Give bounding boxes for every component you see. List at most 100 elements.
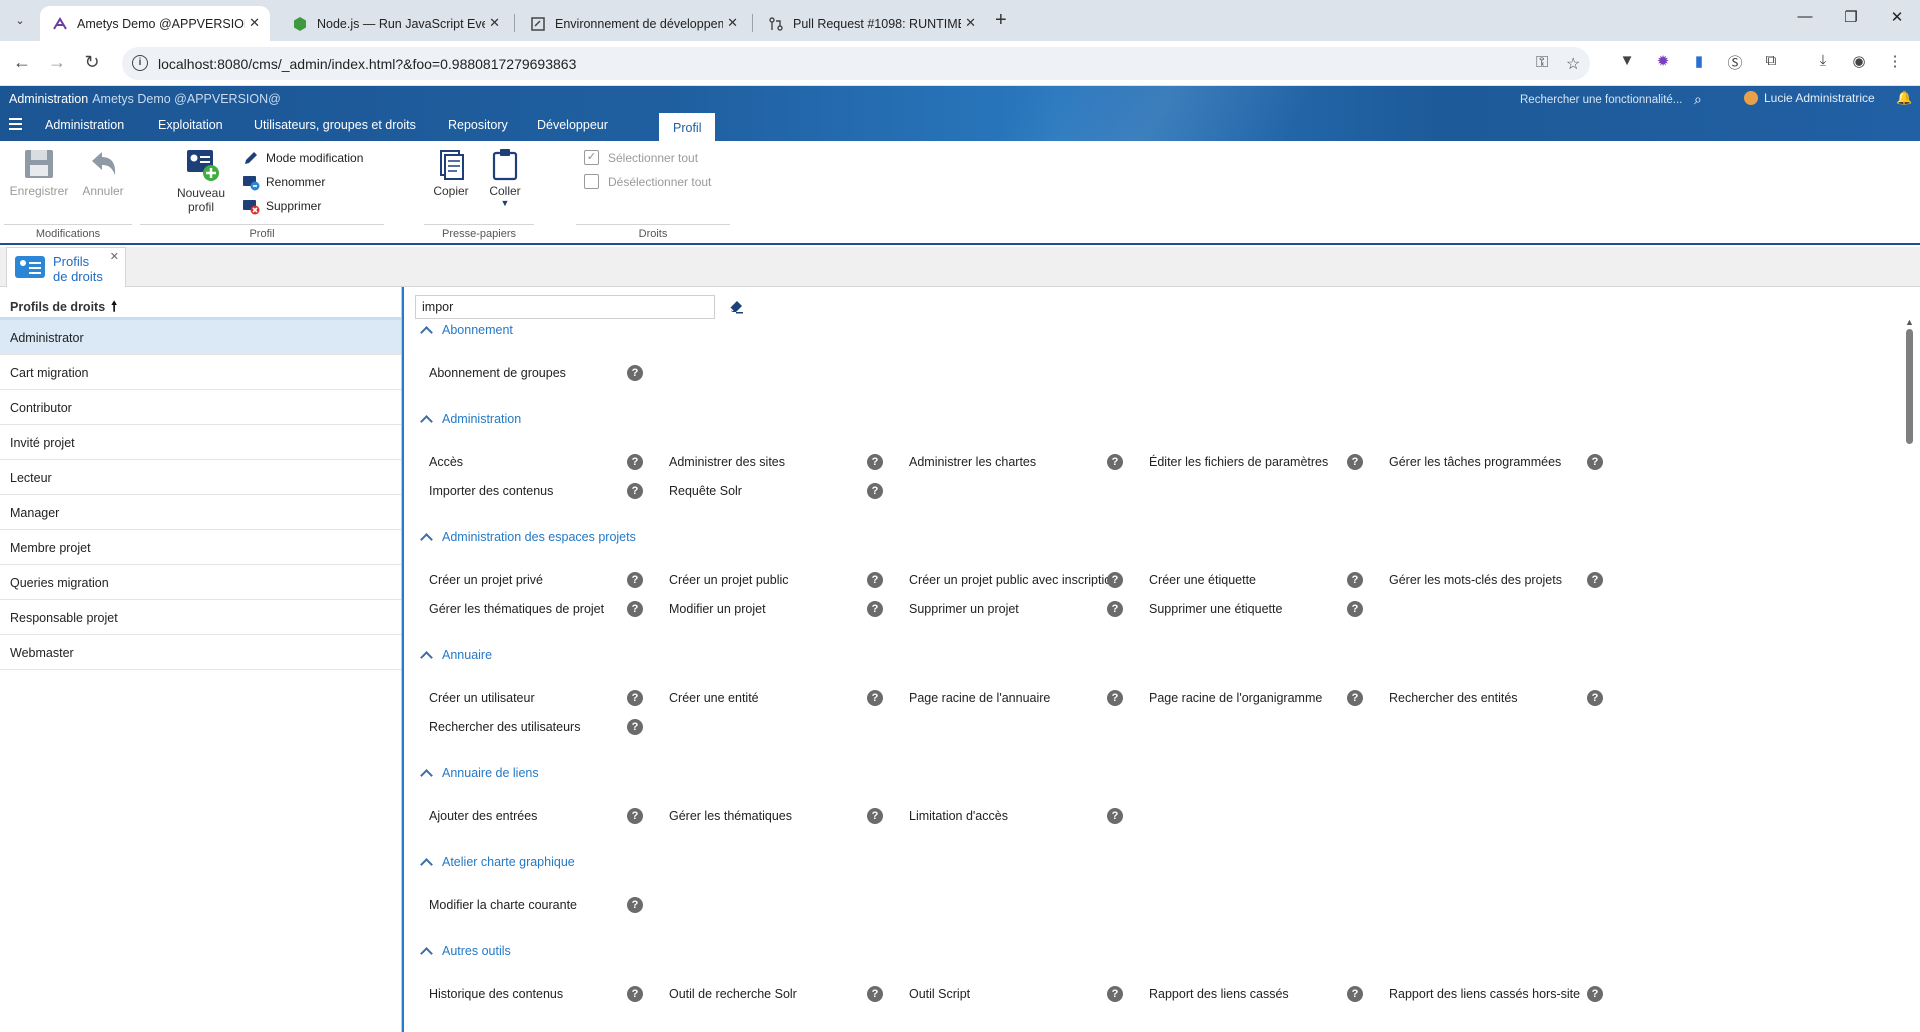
- right-item[interactable]: Requête Solr: [669, 484, 742, 498]
- vue-devtools-extension-icon[interactable]: ▼: [1617, 52, 1637, 72]
- tab-users-groups-rights[interactable]: Utilisateurs, groupes et droits: [254, 118, 416, 132]
- paste-button[interactable]: Coller ▼: [482, 147, 528, 208]
- dropdown-arrow-icon[interactable]: ▼: [482, 198, 528, 208]
- rights-filter-input[interactable]: impor: [415, 295, 715, 319]
- right-item[interactable]: Rapport des liens cassés: [1149, 987, 1289, 1001]
- new-tab-button[interactable]: +: [995, 9, 1007, 31]
- right-item[interactable]: Limitation d'accès: [909, 809, 1008, 823]
- help-icon[interactable]: ?: [1587, 690, 1603, 706]
- help-icon[interactable]: ?: [627, 719, 643, 735]
- address-bar[interactable]: i localhost:8080/cms/_admin/index.html?&…: [122, 47, 1590, 80]
- help-icon[interactable]: ?: [627, 601, 643, 617]
- right-item[interactable]: Rechercher des utilisateurs: [429, 720, 580, 734]
- right-item[interactable]: Créer une étiquette: [1149, 573, 1256, 587]
- right-item[interactable]: Historique des contenus: [429, 987, 563, 1001]
- right-item[interactable]: Créer un projet public: [669, 573, 789, 587]
- help-icon[interactable]: ?: [1587, 572, 1603, 588]
- restore-window-icon[interactable]: ❐: [1836, 8, 1866, 26]
- help-icon[interactable]: ?: [867, 454, 883, 470]
- right-item[interactable]: Supprimer une étiquette: [1149, 602, 1282, 616]
- chevron-up-icon[interactable]: [420, 768, 433, 782]
- help-icon[interactable]: ?: [627, 986, 643, 1002]
- scrollbar-thumb[interactable]: [1906, 329, 1913, 444]
- help-icon[interactable]: ?: [867, 572, 883, 588]
- help-icon[interactable]: ?: [1107, 601, 1123, 617]
- rights-category-header[interactable]: Autres outils: [419, 944, 511, 960]
- list-item[interactable]: Administrator: [0, 320, 401, 355]
- select-all-button[interactable]: ✓ Sélectionner tout: [584, 150, 698, 165]
- rename-button[interactable]: Renommer: [242, 173, 325, 191]
- help-icon[interactable]: ?: [627, 572, 643, 588]
- tab-administration[interactable]: Administration: [45, 118, 124, 132]
- right-item[interactable]: Éditer les fichiers de paramètres: [1149, 455, 1328, 469]
- right-item[interactable]: Rapport des liens cassés hors-site: [1389, 987, 1580, 1001]
- list-item[interactable]: Queries migration: [0, 565, 401, 600]
- close-tab-icon[interactable]: ✕: [965, 15, 976, 31]
- feature-search-input[interactable]: Rechercher une fonctionnalité...: [1520, 94, 1682, 106]
- close-window-icon[interactable]: ✕: [1882, 8, 1912, 26]
- right-item[interactable]: Page racine de l'organigramme: [1149, 691, 1322, 705]
- list-item[interactable]: Lecteur: [0, 460, 401, 495]
- extension-book-icon[interactable]: ▮: [1689, 52, 1709, 72]
- right-item[interactable]: Page racine de l'annuaire: [909, 691, 1050, 705]
- right-item[interactable]: Gérer les thématiques: [669, 809, 792, 823]
- right-item[interactable]: Importer des contenus: [429, 484, 553, 498]
- help-icon[interactable]: ?: [1107, 986, 1123, 1002]
- notification-bell-icon[interactable]: 🔔: [1896, 90, 1912, 106]
- right-item[interactable]: Administrer les chartes: [909, 455, 1036, 469]
- rights-category-header[interactable]: Administration: [419, 412, 521, 428]
- help-icon[interactable]: ?: [627, 365, 643, 381]
- forward-icon[interactable]: →: [45, 52, 69, 73]
- list-item[interactable]: Cart migration: [0, 355, 401, 390]
- chevron-up-icon[interactable]: [420, 857, 433, 871]
- list-item[interactable]: Webmaster: [0, 635, 401, 670]
- download-icon[interactable]: ⤓: [1813, 52, 1833, 72]
- chevron-up-icon[interactable]: [420, 532, 433, 546]
- right-item[interactable]: Rechercher des entités: [1389, 691, 1518, 705]
- right-item[interactable]: Ajouter des entrées: [429, 809, 537, 823]
- rights-category-header[interactable]: Annuaire: [419, 648, 492, 664]
- scroll-up-arrow-icon[interactable]: ▲: [1905, 317, 1914, 327]
- right-item[interactable]: Outil de recherche Solr: [669, 987, 797, 1001]
- back-icon[interactable]: ←: [10, 52, 34, 73]
- help-icon[interactable]: ?: [627, 690, 643, 706]
- right-item[interactable]: Outil Script: [909, 987, 970, 1001]
- help-icon[interactable]: ?: [1587, 986, 1603, 1002]
- delete-button[interactable]: Supprimer: [242, 197, 321, 215]
- tab-profil[interactable]: Profil: [659, 113, 716, 141]
- chevron-up-icon[interactable]: [420, 414, 433, 428]
- help-icon[interactable]: ?: [867, 601, 883, 617]
- right-item[interactable]: Accès: [429, 455, 463, 469]
- browser-tab-env[interactable]: Environnement de développement ✕: [518, 6, 748, 41]
- list-item[interactable]: Manager: [0, 495, 401, 530]
- list-item[interactable]: Contributor: [0, 390, 401, 425]
- browser-tab-ametys[interactable]: Ametys Demo @APPVERSION@ ✕: [40, 6, 270, 41]
- close-icon[interactable]: ✕: [110, 250, 119, 263]
- help-icon[interactable]: ?: [1347, 454, 1363, 470]
- help-icon[interactable]: ?: [867, 986, 883, 1002]
- eraser-clear-filter-icon[interactable]: [727, 297, 745, 315]
- right-item[interactable]: Gérer les tâches programmées: [1389, 455, 1561, 469]
- rights-category-header[interactable]: Atelier charte graphique: [419, 855, 575, 871]
- help-icon[interactable]: ?: [1587, 454, 1603, 470]
- profile-icon[interactable]: ◉: [1849, 52, 1869, 72]
- help-icon[interactable]: ?: [867, 483, 883, 499]
- extension-s-icon[interactable]: Ⓢ: [1725, 52, 1745, 72]
- minimize-window-icon[interactable]: —: [1790, 8, 1820, 25]
- close-tab-icon[interactable]: ✕: [727, 15, 738, 31]
- rights-category-header[interactable]: Annuaire de liens: [419, 766, 539, 782]
- help-icon[interactable]: ?: [627, 808, 643, 824]
- help-icon[interactable]: ?: [1347, 690, 1363, 706]
- search-icon[interactable]: ⌕: [1694, 91, 1702, 108]
- chevron-up-icon[interactable]: [420, 650, 433, 664]
- browser-tab-pr[interactable]: Pull Request #1098: RUNTIME- ✕: [756, 6, 986, 41]
- url-text[interactable]: localhost:8080/cms/_admin/index.html?&fo…: [158, 56, 576, 72]
- tab-rights-profiles[interactable]: Profils de droits ✕: [6, 247, 126, 287]
- hamburger-menu-icon[interactable]: [9, 118, 22, 130]
- rights-category-header[interactable]: Administration des espaces projets: [419, 530, 636, 546]
- help-icon[interactable]: ?: [1107, 572, 1123, 588]
- tab-exploitation[interactable]: Exploitation: [158, 118, 223, 132]
- tab-search-chevron-icon[interactable]: ⌄: [8, 9, 32, 31]
- save-button[interactable]: Enregistrer: [8, 147, 70, 198]
- tab-developer[interactable]: Développeur: [537, 118, 608, 132]
